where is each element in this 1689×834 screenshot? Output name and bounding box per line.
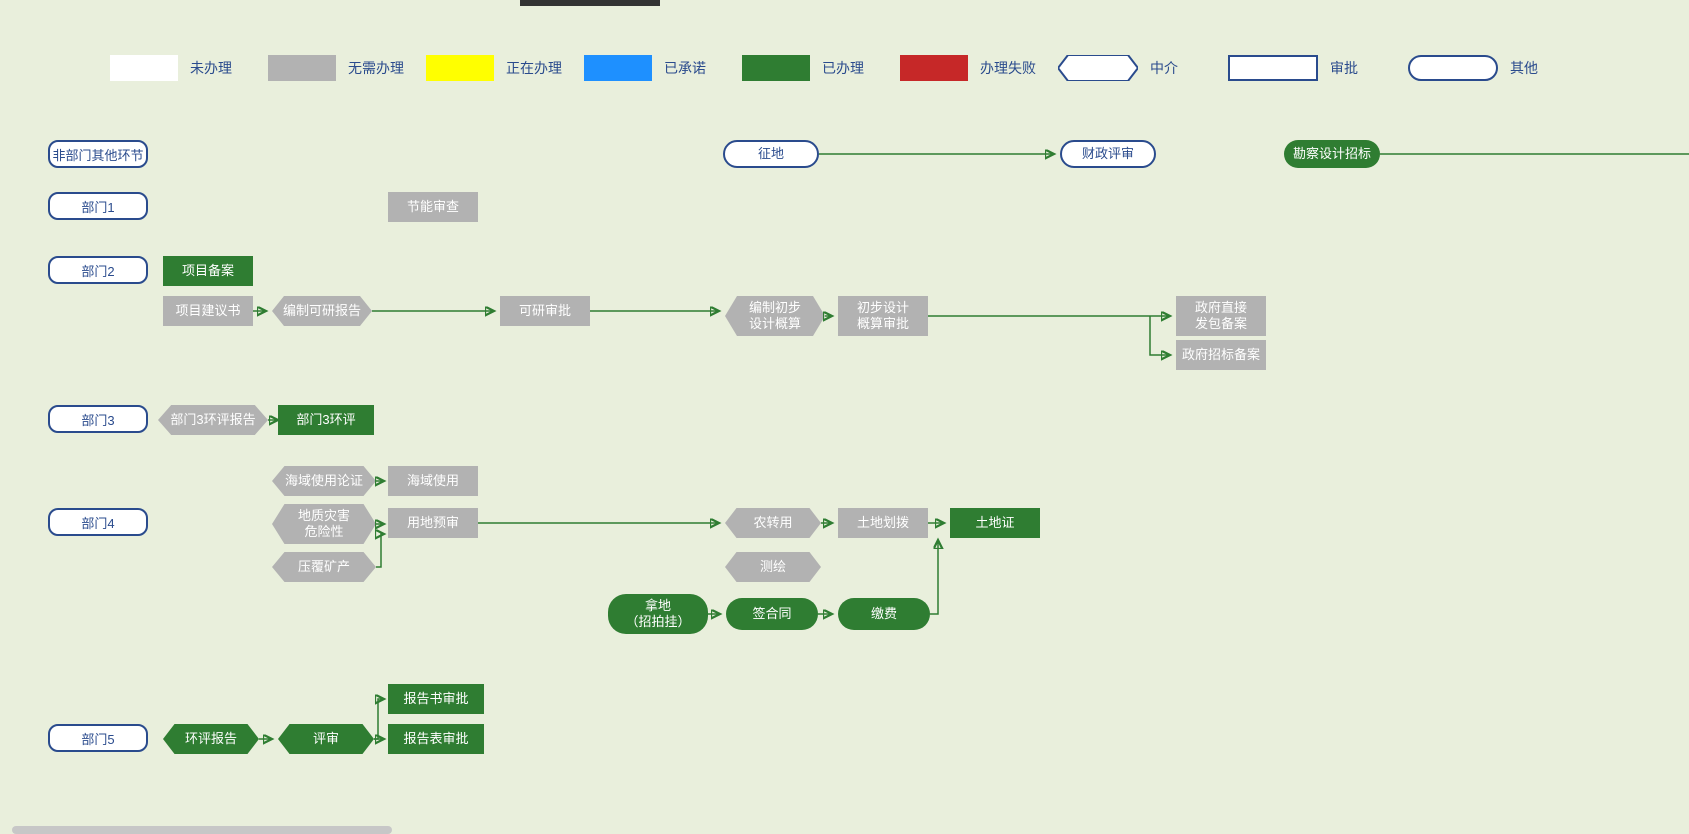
- node-caizheng[interactable]: 财政评审: [1060, 140, 1156, 168]
- legend-intermediary: 中介: [1058, 55, 1206, 81]
- row-label-dept4[interactable]: 部门4: [48, 508, 148, 536]
- legend-in-progress: 正在办理: [426, 55, 562, 81]
- legend-no-need: 无需办理: [268, 55, 404, 81]
- legend-row: 未办理 无需办理 正在办理 已承诺 已办理 办理失败 中介: [110, 55, 1588, 81]
- legend-label: 已承诺: [664, 58, 720, 78]
- legend-swatch-hex: [1058, 55, 1138, 81]
- legend-label: 正在办理: [506, 58, 562, 78]
- node-haiyushiyong2[interactable]: 海域使用: [388, 466, 478, 496]
- horizontal-scrollbar[interactable]: [12, 826, 392, 834]
- legend-label: 未办理: [190, 58, 246, 78]
- node-pingshen[interactable]: 评审: [278, 724, 374, 754]
- legend-done: 已办理: [742, 55, 878, 81]
- node-jianyi[interactable]: 项目建议书: [163, 296, 253, 326]
- node-keyanshenpi[interactable]: 可研审批: [500, 296, 590, 326]
- legend-swatch-red: [900, 55, 968, 81]
- node-bumen3huanping[interactable]: 部门3环评: [278, 405, 374, 435]
- node-chubusheji[interactable]: 初步设计 概算审批: [838, 296, 928, 336]
- node-bumen3baogao[interactable]: 部门3环评报告: [158, 405, 268, 435]
- node-jieneng[interactable]: 节能审查: [388, 192, 478, 222]
- row-label-other[interactable]: 非部门其他环节: [48, 140, 148, 168]
- row-label-dept1[interactable]: 部门1: [48, 192, 148, 220]
- node-zhengdi[interactable]: 征地: [723, 140, 819, 168]
- legend-promised: 已承诺: [584, 55, 720, 81]
- legend-label: 审批: [1330, 58, 1386, 78]
- node-baogaoshu[interactable]: 报告书审批: [388, 684, 484, 714]
- row-label-dept5[interactable]: 部门5: [48, 724, 148, 752]
- legend-label: 无需办理: [348, 58, 404, 78]
- node-haiyushiyong[interactable]: 海域使用论证: [272, 466, 376, 496]
- node-yafu[interactable]: 压覆矿产: [272, 552, 376, 582]
- node-yongdiyushen[interactable]: 用地预审: [388, 508, 478, 538]
- node-nadi[interactable]: 拿地 （招拍挂）: [608, 594, 708, 634]
- node-huanpingbaogao[interactable]: 环评报告: [163, 724, 259, 754]
- node-keyanbaogao[interactable]: 编制可研报告: [272, 296, 372, 326]
- node-zhengfuzhaobiao[interactable]: 政府招标备案: [1176, 340, 1266, 370]
- node-tudizheng[interactable]: 土地证: [950, 508, 1040, 538]
- legend-swatch-pill: [1408, 55, 1498, 81]
- legend-swatch-grey: [268, 55, 336, 81]
- legend-swatch-white: [110, 55, 178, 81]
- legend-approval: 审批: [1228, 55, 1386, 81]
- node-xiangmubeian[interactable]: 项目备案: [163, 256, 253, 286]
- legend-label: 已办理: [822, 58, 878, 78]
- legend-label: 办理失败: [980, 58, 1036, 78]
- legend-other: 其他: [1408, 55, 1566, 81]
- legend-swatch-yellow: [426, 55, 494, 81]
- legend-failed: 办理失败: [900, 55, 1036, 81]
- legend-label: 中介: [1150, 58, 1206, 78]
- node-jiaofei[interactable]: 缴费: [838, 598, 930, 630]
- node-nongzhuan[interactable]: 农转用: [725, 508, 821, 538]
- node-cehui[interactable]: 测绘: [725, 552, 821, 582]
- legend-label: 其他: [1510, 58, 1566, 78]
- top-accent-bar: [520, 0, 660, 6]
- node-qianhetong[interactable]: 签合同: [726, 598, 818, 630]
- legend-unhandled: 未办理: [110, 55, 246, 81]
- legend-swatch-rect: [1228, 55, 1318, 81]
- legend-swatch-green: [742, 55, 810, 81]
- node-dizhizaihai[interactable]: 地质灾害 危险性: [272, 504, 376, 544]
- node-bianzhichubu[interactable]: 编制初步 设计概算: [725, 296, 825, 336]
- node-baogaobiao[interactable]: 报告表审批: [388, 724, 484, 754]
- row-label-dept2[interactable]: 部门2: [48, 256, 148, 284]
- node-zhengfuzhijie[interactable]: 政府直接 发包备案: [1176, 296, 1266, 336]
- row-label-dept3[interactable]: 部门3: [48, 405, 148, 433]
- legend-swatch-blue: [584, 55, 652, 81]
- node-tudihuabo[interactable]: 土地划拨: [838, 508, 928, 538]
- node-kancha[interactable]: 勘察设计招标: [1284, 140, 1380, 168]
- diagram-canvas: 未办理 无需办理 正在办理 已承诺 已办理 办理失败 中介: [0, 0, 1689, 834]
